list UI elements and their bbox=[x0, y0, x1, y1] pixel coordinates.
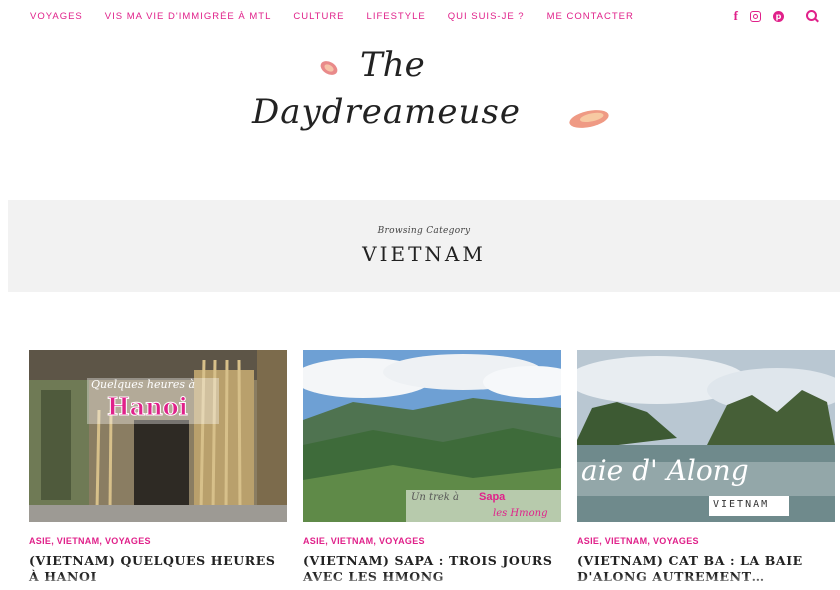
thumbnail-title: aie d' Along bbox=[581, 454, 749, 487]
post-card: Quelques heures à Hanoi ASIE, VIETNAM, V… bbox=[29, 350, 287, 585]
instagram-icon[interactable] bbox=[750, 10, 761, 22]
nav-item-voyages[interactable]: VOYAGES bbox=[30, 11, 83, 22]
category-title: VIETNAM bbox=[362, 242, 486, 266]
feather-icon bbox=[569, 110, 609, 128]
nav-item-vis-ma-vie[interactable]: VIS MA VIE D'IMMIGRÉE À MTL bbox=[105, 11, 272, 22]
halong-bay-image bbox=[577, 350, 835, 522]
post-thumbnail[interactable]: Quelques heures à Hanoi bbox=[29, 350, 287, 522]
post-card: Un trek à Sapa les Hmong ASIE, VIETNAM, … bbox=[303, 350, 561, 585]
post-categories[interactable]: ASIE, VIETNAM, VOYAGES bbox=[303, 536, 561, 546]
feather-icon bbox=[320, 61, 338, 75]
site-logo[interactable]: The Daydreameuse bbox=[0, 40, 840, 160]
browsing-label: Browsing Category bbox=[377, 226, 471, 236]
social-links: f p bbox=[722, 8, 818, 24]
nav-item-qui-suis-je[interactable]: QUI SUIS-JE ? bbox=[448, 11, 525, 22]
thumbnail-title: Hanoi bbox=[107, 392, 189, 422]
main-menu: VOYAGES VIS MA VIE D'IMMIGRÉE À MTL CULT… bbox=[30, 11, 656, 22]
post-categories[interactable]: ASIE, VIETNAM, VOYAGES bbox=[577, 536, 835, 546]
thumbnail-caption: Quelques heures à bbox=[91, 378, 196, 391]
hanoi-image bbox=[29, 350, 287, 522]
nav-item-lifestyle[interactable]: LIFESTYLE bbox=[367, 11, 426, 22]
nav-item-me-contacter[interactable]: ME CONTACTER bbox=[547, 11, 634, 22]
logo-line-2: Daydreameuse bbox=[252, 92, 521, 132]
bottom-fade bbox=[0, 575, 840, 590]
post-thumbnail[interactable]: Un trek à Sapa les Hmong bbox=[303, 350, 561, 522]
thumbnail-caption: Un trek à bbox=[411, 492, 459, 503]
category-banner: Browsing Category VIETNAM bbox=[8, 200, 840, 292]
thumbnail-subtitle: les Hmong bbox=[493, 508, 548, 519]
thumbnail-title: Sapa bbox=[479, 491, 506, 503]
thumbnail-tag: VIETNAM bbox=[713, 499, 770, 510]
post-card: aie d' Along VIETNAM ASIE, VIETNAM, VOYA… bbox=[577, 350, 835, 585]
post-categories[interactable]: ASIE, VIETNAM, VOYAGES bbox=[29, 536, 287, 546]
top-nav: VOYAGES VIS MA VIE D'IMMIGRÉE À MTL CULT… bbox=[0, 0, 840, 32]
logo-line-1: The bbox=[360, 45, 425, 85]
nav-item-culture[interactable]: CULTURE bbox=[293, 11, 344, 22]
facebook-icon[interactable]: f bbox=[734, 8, 738, 24]
pinterest-icon[interactable]: p bbox=[773, 10, 784, 22]
post-thumbnail[interactable]: aie d' Along VIETNAM bbox=[577, 350, 835, 522]
search-icon[interactable] bbox=[806, 10, 818, 22]
